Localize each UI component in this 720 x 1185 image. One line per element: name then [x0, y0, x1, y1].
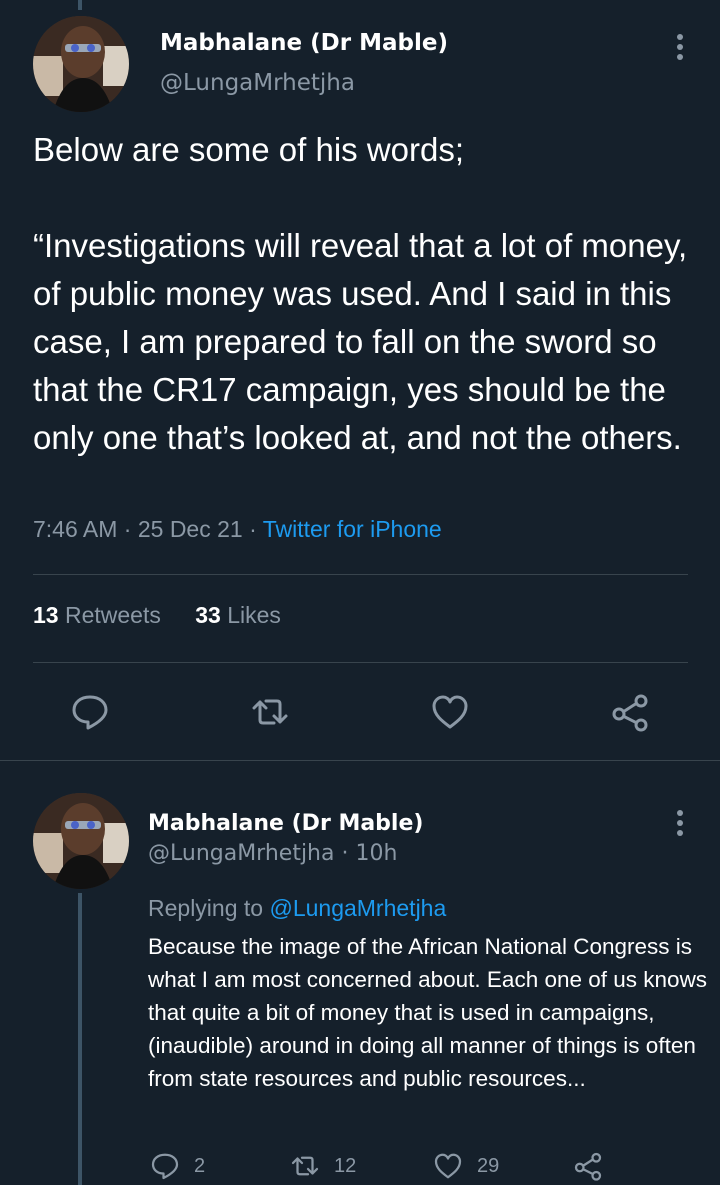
reply-author-display-name[interactable]: Mabhalane (Dr Mable)	[148, 811, 423, 836]
reply-more-options-icon[interactable]	[674, 810, 686, 840]
thread-line-top	[78, 0, 82, 10]
tweet-time: 7:46 AM	[33, 516, 118, 542]
divider	[33, 662, 688, 663]
section-divider	[0, 760, 720, 761]
share-icon[interactable]	[610, 692, 650, 732]
avatar-image	[33, 793, 129, 889]
reply-author-meta: @LungaMrhetjha · 10h	[148, 841, 397, 866]
reply-time[interactable]: 10h	[355, 841, 397, 866]
meta-separator: ·	[242, 516, 263, 542]
likes-stat[interactable]: 33 Likes	[195, 602, 281, 628]
reply-retweet-button[interactable]: 12	[290, 1150, 356, 1182]
reply-share-button[interactable]	[573, 1150, 603, 1182]
likes-label: Likes	[227, 602, 281, 628]
author-handle[interactable]: @LungaMrhetjha	[160, 70, 355, 96]
replying-to: Replying to @LungaMrhetjha	[148, 895, 446, 922]
reply-text: Because the image of the African Nationa…	[148, 934, 708, 1091]
avatar[interactable]	[33, 16, 129, 112]
tweet-stats: 13 Retweets 33 Likes	[33, 602, 309, 629]
thread-line	[78, 893, 82, 1185]
author-display-name[interactable]: Mabhalane (Dr Mable)	[160, 30, 448, 56]
likes-count: 33	[195, 602, 221, 628]
retweet-count: 12	[334, 1154, 357, 1177]
reply-icon	[151, 1153, 179, 1180]
like-count: 29	[477, 1154, 500, 1177]
tweet-text: Below are some of his words; “Investigat…	[33, 131, 688, 456]
replying-to-label: Replying to	[148, 895, 270, 921]
tweet-source-link[interactable]: Twitter for iPhone	[263, 516, 442, 542]
retweets-stat[interactable]: 13 Retweets	[33, 602, 161, 628]
share-icon	[574, 1152, 602, 1181]
reply-reply-button[interactable]: 2	[150, 1150, 205, 1182]
divider	[33, 574, 688, 575]
retweet-icon	[291, 1156, 319, 1176]
meta-separator: ·	[334, 841, 356, 866]
reply-avatar[interactable]	[33, 793, 129, 889]
reply-count: 2	[194, 1154, 206, 1177]
tweet-meta: 7:46 AM · 25 Dec 21 · Twitter for iPhone	[33, 516, 442, 543]
avatar-image	[33, 16, 129, 112]
retweets-count: 13	[33, 602, 59, 628]
reply-icon[interactable]	[70, 692, 110, 732]
retweets-label: Retweets	[64, 602, 161, 628]
reply-like-button[interactable]: 29	[433, 1150, 499, 1182]
meta-separator: ·	[117, 516, 138, 542]
reply-author-handle[interactable]: @LungaMrhetjha	[148, 841, 334, 866]
more-options-icon[interactable]	[674, 34, 686, 64]
retweet-icon[interactable]	[250, 692, 290, 732]
replying-to-mention[interactable]: @LungaMrhetjha	[269, 895, 446, 921]
like-icon	[434, 1153, 462, 1179]
tweet-date[interactable]: 25 Dec 21	[138, 516, 243, 542]
like-icon[interactable]	[430, 692, 470, 732]
